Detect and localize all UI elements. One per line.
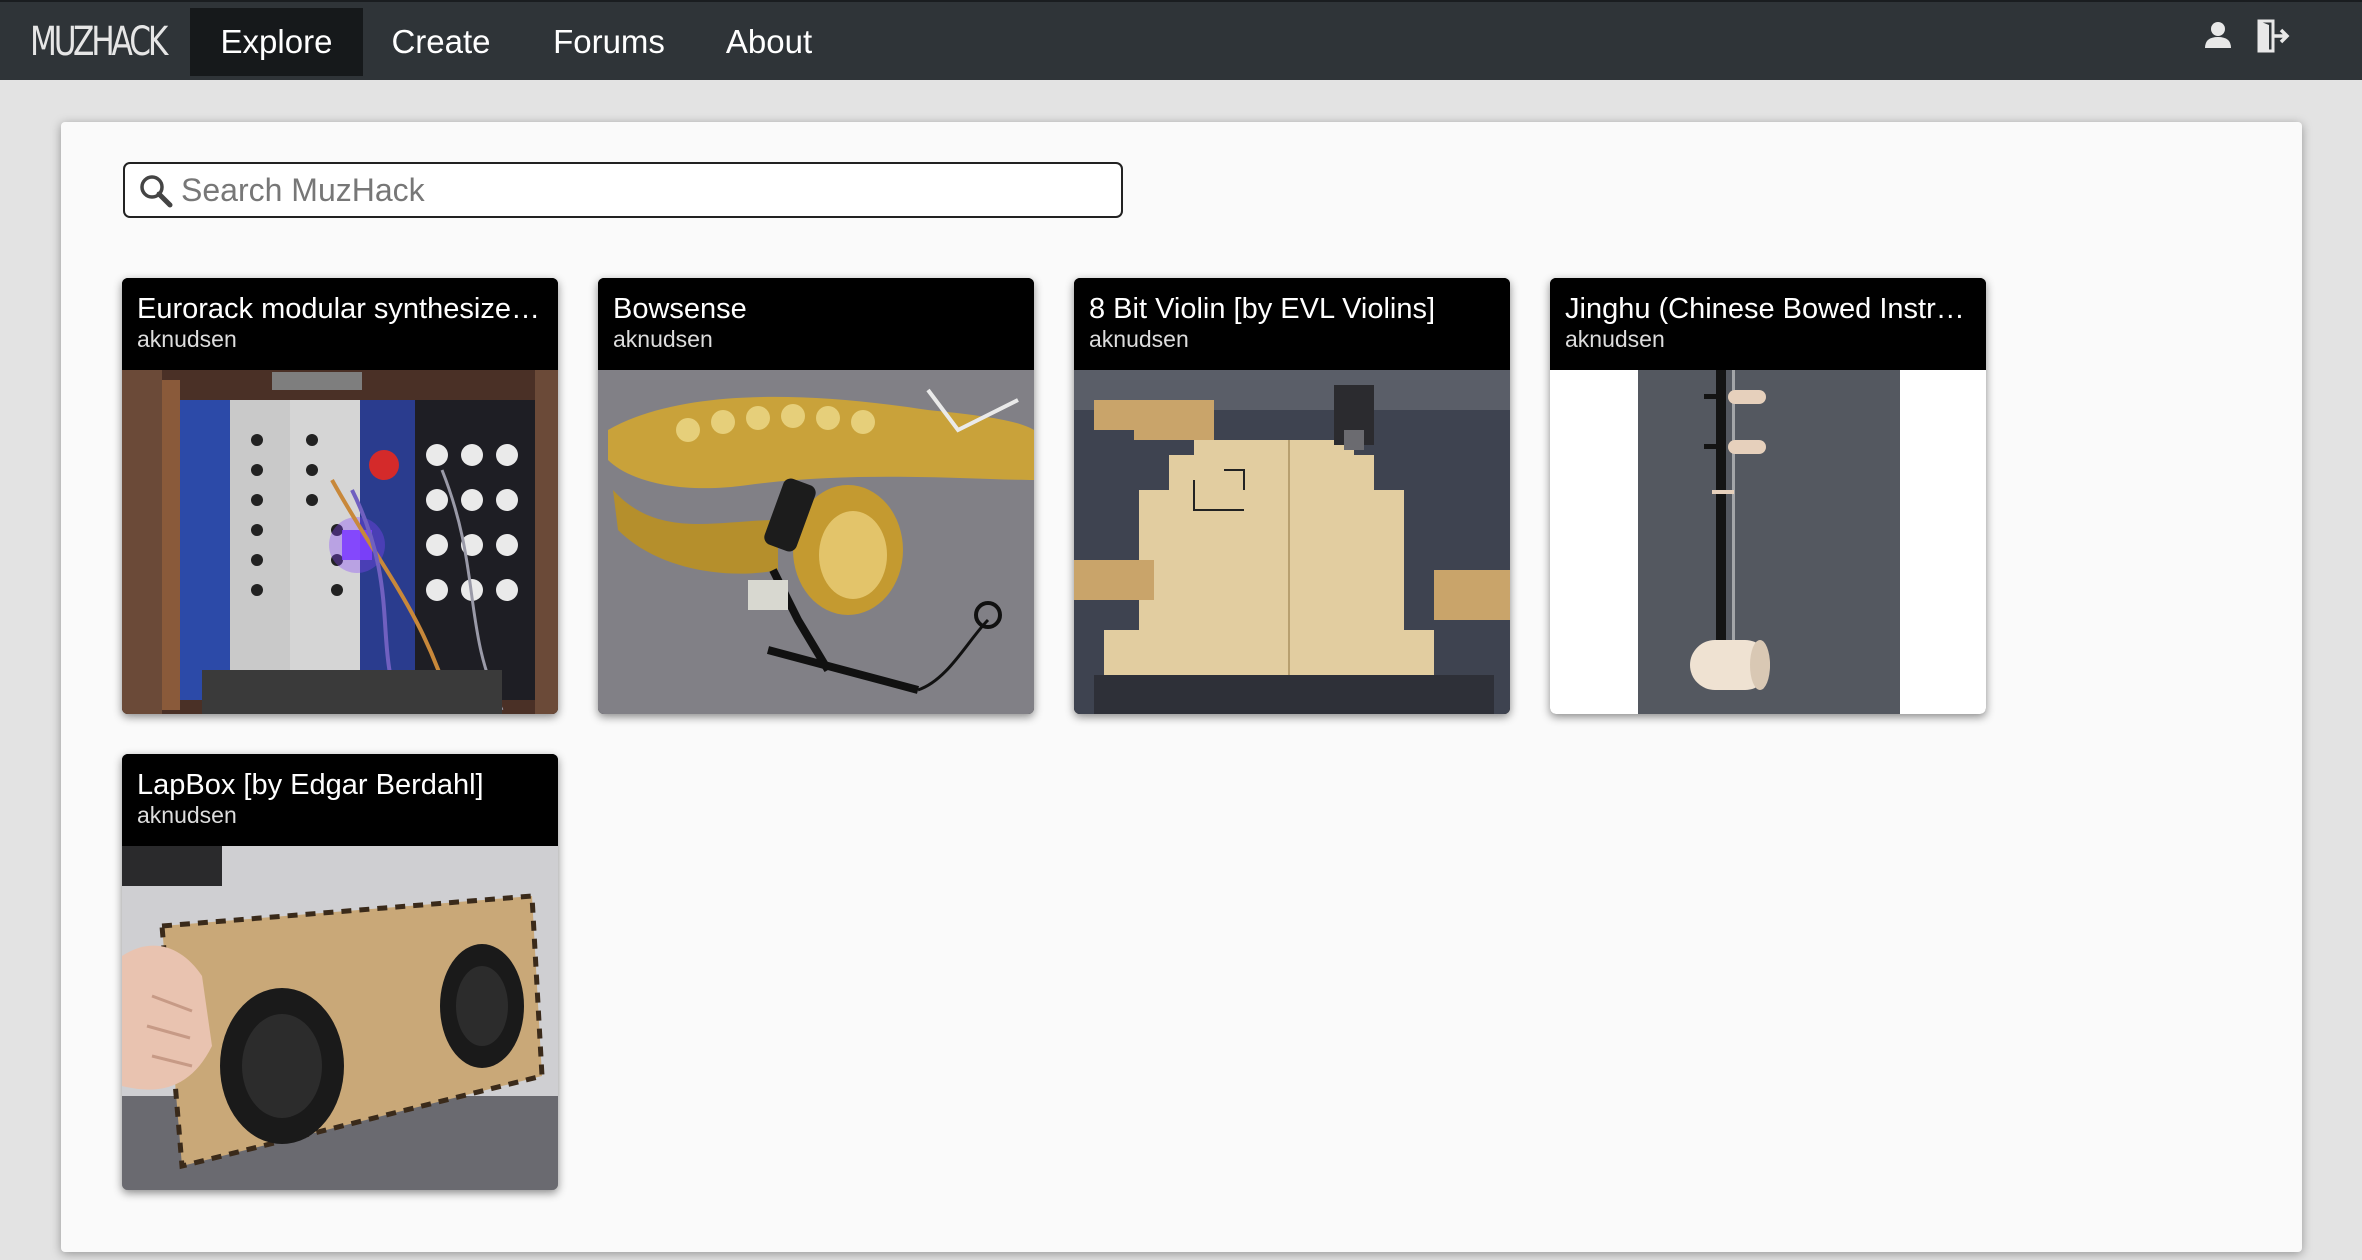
card-title[interactable]: 8 Bit Violin [by EVL Violins] (1089, 292, 1495, 326)
card-header: Eurorack modular synthesizer… aknudsen (122, 278, 558, 370)
main-panel: Eurorack modular synthesizer… aknudsen (61, 122, 2302, 1252)
project-card-eurorack[interactable]: Eurorack modular synthesizer… aknudsen (122, 278, 558, 714)
nav-about[interactable]: About (712, 8, 826, 76)
project-thumbnail[interactable] (1550, 370, 1986, 714)
user-icon[interactable] (2200, 18, 2236, 54)
card-header: Bowsense aknudsen (598, 278, 1034, 370)
project-thumbnail[interactable] (122, 846, 558, 1190)
project-thumbnail[interactable] (122, 370, 558, 714)
card-author[interactable]: aknudsen (137, 326, 543, 352)
card-header: Jinghu (Chinese Bowed Instru… aknudsen (1550, 278, 1986, 370)
nav-forums[interactable]: Forums (535, 8, 683, 76)
project-card-bowsense[interactable]: Bowsense aknudsen (598, 278, 1034, 714)
card-author[interactable]: aknudsen (1089, 326, 1495, 352)
search-box[interactable] (123, 162, 1123, 218)
search-input[interactable] (181, 168, 1111, 212)
card-header: 8 Bit Violin [by EVL Violins] aknudsen (1074, 278, 1510, 370)
nav-create[interactable]: Create (376, 8, 506, 76)
search-icon (139, 174, 173, 208)
top-navbar: MUZHACK Explore Create Forums About (0, 0, 2362, 80)
card-author[interactable]: aknudsen (137, 802, 543, 828)
card-title[interactable]: LapBox [by Edgar Berdahl] (137, 768, 543, 802)
muzhack-logo[interactable]: MUZHACK (30, 20, 168, 64)
project-thumbnail[interactable] (598, 370, 1034, 714)
project-thumbnail[interactable] (1074, 370, 1510, 714)
card-title[interactable]: Jinghu (Chinese Bowed Instru… (1565, 292, 1971, 326)
card-author[interactable]: aknudsen (613, 326, 1019, 352)
card-header: LapBox [by Edgar Berdahl] aknudsen (122, 754, 558, 846)
project-card-jinghu[interactable]: Jinghu (Chinese Bowed Instru… aknudsen (1550, 278, 1986, 714)
logout-icon[interactable] (2255, 18, 2291, 54)
project-card-8-bit-violin[interactable]: 8 Bit Violin [by EVL Violins] aknudsen (1074, 278, 1510, 714)
nav-explore[interactable]: Explore (190, 8, 363, 76)
project-card-lapbox[interactable]: LapBox [by Edgar Berdahl] aknudsen (122, 754, 558, 1190)
card-title[interactable]: Bowsense (613, 292, 1019, 326)
card-author[interactable]: aknudsen (1565, 326, 1971, 352)
card-title[interactable]: Eurorack modular synthesizer… (137, 292, 543, 326)
